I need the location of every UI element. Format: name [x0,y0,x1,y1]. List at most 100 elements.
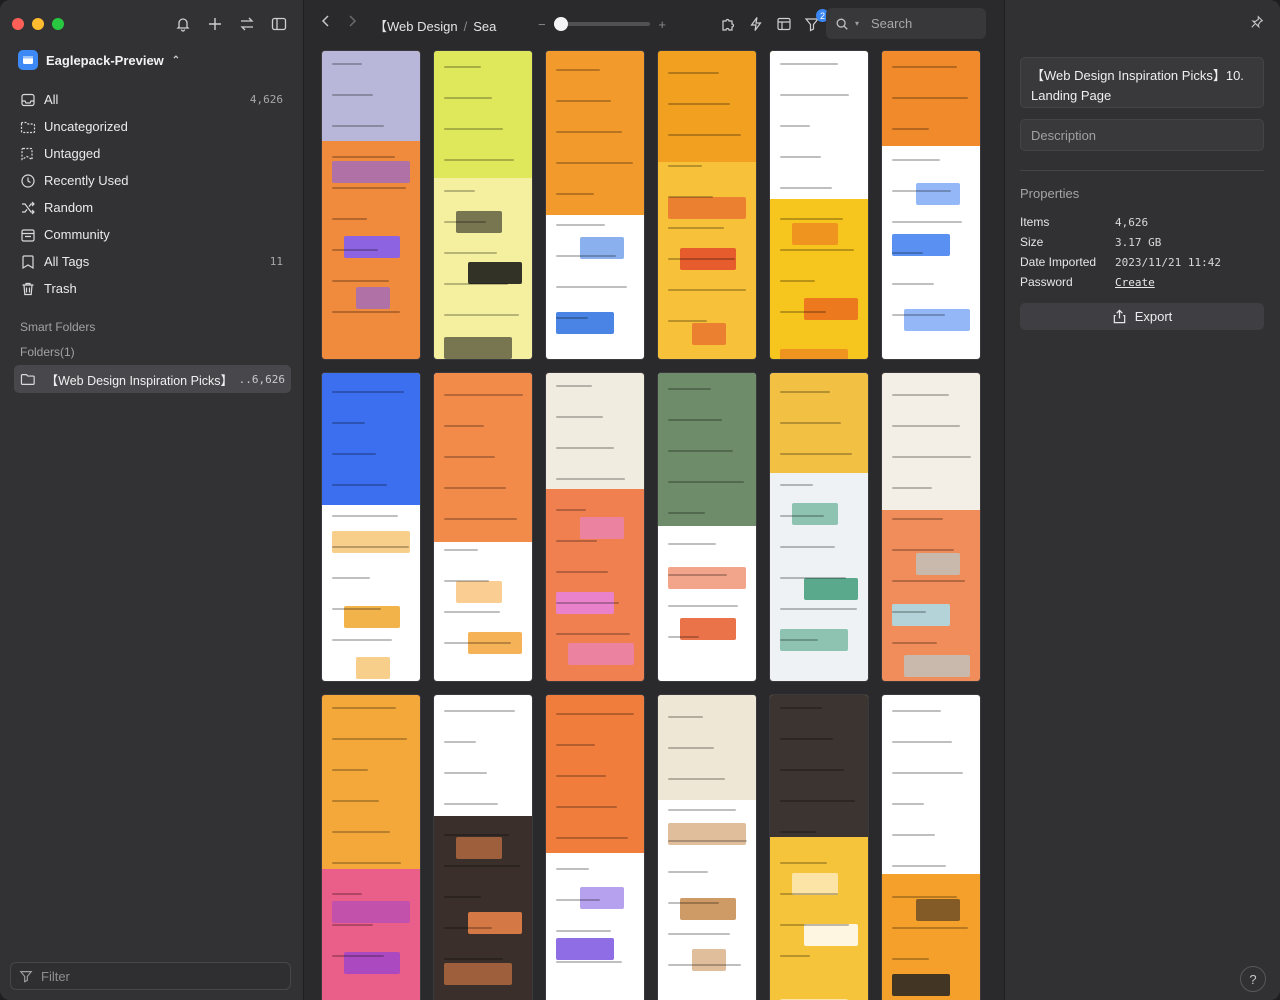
zoom-out-icon[interactable]: − [538,17,546,32]
thumbnail-item[interactable] [546,51,644,359]
sidebar-item-random[interactable]: Random [14,194,289,221]
sidebar-item-label: All [44,92,59,107]
thumbnail-text-line [780,831,816,833]
thumbnail-text-line [556,868,589,870]
library-switcher[interactable]: Eaglepack-Preview ⌃ [18,50,180,70]
export-button[interactable]: Export [1020,303,1264,330]
sidebar-toggle-icon[interactable] [269,14,289,34]
thumbnail-text-line [668,512,705,514]
help-button[interactable]: ? [1240,966,1266,992]
close-window-button[interactable] [12,18,24,30]
sidebar-item-all-tags[interactable]: All Tags 11 [14,248,289,275]
zoom-slider[interactable]: − + [538,16,666,32]
thumbnail-accent-block [456,837,502,859]
thumbnail-text-line [332,738,407,740]
folder-item-web-design[interactable]: 【Web Design Inspiration Picks】 ..6,626 [14,365,291,393]
thumbnail-text-line [444,314,519,316]
zoom-window-button[interactable] [52,18,64,30]
title-field[interactable]: 【Web Design Inspiration Picks】10. Landin… [1020,57,1264,108]
thumbnail-text-line [332,125,384,127]
thumbnail-item[interactable] [322,51,420,359]
thumbnail-text-line [892,580,965,582]
zoom-in-icon[interactable]: + [658,17,666,32]
minimize-window-button[interactable] [32,18,44,30]
thumbnail-item[interactable] [882,51,980,359]
thumbnail-text-line [892,803,924,805]
bell-icon[interactable] [173,14,193,34]
window-controls [12,18,64,30]
thumbnail-text-line [444,394,523,396]
sidebar-item-community[interactable]: Community [14,221,289,248]
zoom-knob[interactable] [554,17,569,31]
thumbnail-accent-block [332,161,410,183]
pin-icon[interactable] [1250,15,1264,32]
create-password-link[interactable]: Create [1115,276,1155,289]
thumbnail-item[interactable] [322,373,420,681]
thumbnail-text-line [444,772,487,774]
layout-icon[interactable] [774,14,794,34]
thumbnail-text-line [668,840,747,842]
thumbnail-text-line [892,128,929,130]
thumbnail-item[interactable] [770,695,868,1000]
sidebar: Eaglepack-Preview ⌃ All 4,626 Uncategori… [0,0,304,1000]
thumbnail-item[interactable] [770,51,868,359]
thumbnail-text-line [556,286,627,288]
sidebar-item-recently-used[interactable]: Recently Used [14,167,289,194]
funnel-icon [19,971,33,983]
sidebar-item-uncategorized[interactable]: Uncategorized [14,113,289,140]
thumbnail-accent-block [780,349,848,359]
thumbnail-item[interactable] [546,373,644,681]
sidebar-item-label: Trash [44,281,77,296]
thumbnail-text-line [444,803,498,805]
smart-folders-heading[interactable]: Smart Folders [20,320,95,334]
community-icon [21,228,35,242]
thumbnail-text-line [668,636,699,638]
thumbnail-item[interactable] [546,695,644,1000]
thumbnail-item[interactable] [434,695,532,1000]
search-input[interactable]: ▾ Search [826,8,986,39]
thumbnail-text-line [556,447,614,449]
thumbnail-item[interactable] [882,695,980,1000]
lightning-icon[interactable] [746,14,766,34]
folders-heading[interactable]: Folders(1) [20,345,75,359]
thumbnail-text-line [444,518,517,520]
thumbnail-text-line [444,741,476,743]
thumbnail-item[interactable] [882,373,980,681]
add-icon[interactable] [205,14,225,34]
thumbnail-item[interactable] [434,373,532,681]
sidebar-item-label: Untagged [44,146,101,161]
back-arrow-icon[interactable] [320,14,332,33]
thumbnail-text-line [780,707,822,709]
puzzle-icon[interactable] [718,14,738,34]
thumbnail-text-line [668,134,741,136]
thumbnail-text-line [892,97,968,99]
thumbnail-item[interactable] [770,373,868,681]
clock-icon [21,173,35,188]
thumbnail-item[interactable] [658,51,756,359]
thumbnail-text-line [444,642,511,644]
thumbnail-item[interactable] [658,695,756,1000]
folder-count: ..6,626 [238,372,285,386]
forward-arrow-icon[interactable] [346,14,358,33]
filter-input[interactable]: Filter [10,962,291,990]
thumbnail-accent-block [668,567,746,589]
thumbnail-item[interactable] [658,373,756,681]
thumbnail-text-line [668,258,735,260]
chevron-down-icon[interactable]: ▾ [855,19,859,28]
thumbnail-text-line [668,574,727,576]
thumbnail-accent-block [668,197,746,219]
thumbnail-item[interactable] [322,695,420,1000]
folder-icon [20,374,35,385]
swap-icon[interactable] [237,14,257,34]
zoom-track[interactable] [553,17,651,31]
thumbnail-item[interactable] [434,51,532,359]
thumbnail-text-line [332,769,368,771]
breadcrumb-item[interactable]: 【Web Design [374,19,458,34]
sidebar-item-trash[interactable]: Trash [14,275,289,302]
sidebar-item-label: Random [44,200,94,215]
filter-button[interactable]: 2 [802,9,829,34]
sidebar-item-all[interactable]: All 4,626 [14,86,289,113]
sidebar-item-untagged[interactable]: Untagged [14,140,289,167]
breadcrumb-item[interactable]: Sea [473,19,496,34]
description-field[interactable]: Description [1020,119,1264,151]
